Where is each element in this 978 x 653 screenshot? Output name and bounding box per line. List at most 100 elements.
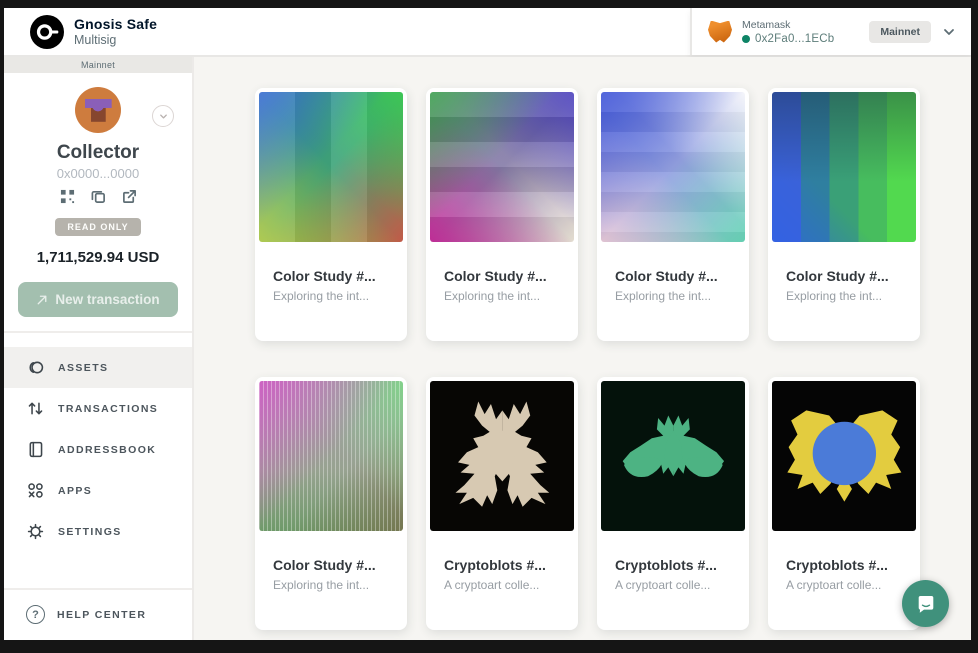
- nft-title: Cryptoblots #...: [444, 557, 560, 573]
- nft-subtitle: Exploring the int...: [273, 289, 389, 303]
- help-center-label: HELP CENTER: [57, 609, 146, 621]
- nft-artwork-gradient: [259, 92, 403, 242]
- nft-card-text: Color Study #... Exploring the int...: [430, 242, 574, 337]
- nft-title: Color Study #...: [444, 268, 560, 284]
- apps-icon: [26, 481, 45, 500]
- new-transaction-button[interactable]: New transaction: [18, 282, 178, 317]
- nft-subtitle: Exploring the int...: [786, 289, 902, 303]
- nft-title: Color Study #...: [615, 268, 731, 284]
- nft-card-text: Color Study #... Exploring the int...: [772, 242, 916, 337]
- nft-card-text: Color Study #... Exploring the int...: [259, 531, 403, 626]
- sidebar-item-label: ASSETS: [58, 362, 108, 374]
- nft-title: Cryptoblots #...: [786, 557, 902, 573]
- wallet-address-row: 0x2Fa0...1ECb: [742, 33, 834, 45]
- nft-artwork-inkblot: [772, 381, 916, 531]
- nft-subtitle: Exploring the int...: [615, 289, 731, 303]
- nft-card-text: Color Study #... Exploring the int...: [259, 242, 403, 337]
- nft-title: Color Study #...: [273, 268, 389, 284]
- sidebar-item-apps[interactable]: APPS: [4, 470, 192, 511]
- sidebar-item-label: ADDRESSBOOK: [58, 444, 156, 456]
- nft-artwork-inkblot: [601, 381, 745, 531]
- nft-card[interactable]: Cryptoblots #... A cryptoart colle...: [426, 377, 578, 630]
- brand[interactable]: Gnosis Safe Multisig: [4, 8, 157, 55]
- nft-card-text: Color Study #... Exploring the int...: [601, 242, 745, 337]
- nft-artwork-gradient: [259, 381, 403, 531]
- nft-artwork-inkblot: [430, 381, 574, 531]
- transactions-icon: [26, 399, 45, 418]
- nft-title: Cryptoblots #...: [615, 557, 731, 573]
- nft-card[interactable]: Color Study #... Exploring the int...: [255, 88, 407, 341]
- safe-balance: 1,711,529.94 USD: [4, 249, 192, 266]
- nft-artwork-gradient: [430, 92, 574, 242]
- wallet-connection[interactable]: Metamask 0x2Fa0...1ECb Mainnet: [690, 8, 971, 55]
- sidebar-nav: ASSETS TRANSACTIONS: [4, 347, 192, 552]
- brand-name: Gnosis Safe: [74, 16, 157, 32]
- qr-code-icon[interactable]: [60, 189, 75, 204]
- collectibles-grid: Color Study #... Exploring the int... Co…: [255, 88, 921, 630]
- app-header: Gnosis Safe Multisig Metamask 0x2Fa0...1…: [4, 8, 971, 57]
- wallet-provider: Metamask: [742, 19, 834, 31]
- addressbook-icon: [26, 440, 45, 459]
- nft-subtitle: A cryptoart colle...: [615, 578, 731, 592]
- chat-bubble-icon: [914, 592, 938, 616]
- sidebar-item-settings[interactable]: SETTINGS: [4, 511, 192, 552]
- wallet-address: 0x2Fa0...1ECb: [755, 33, 834, 45]
- nft-card[interactable]: Color Study #... Exploring the int...: [768, 88, 920, 341]
- safe-identicon-avatar: [75, 87, 121, 133]
- sidebar-item-transactions[interactable]: TRANSACTIONS: [4, 388, 192, 429]
- network-status-dot: [742, 35, 750, 43]
- safe-header: Collector 0x0000...0000: [4, 73, 192, 266]
- read-only-badge: READ ONLY: [55, 218, 140, 236]
- nft-subtitle: Exploring the int...: [444, 289, 560, 303]
- sidebar-item-addressbook[interactable]: ADDRESSBOOK: [4, 429, 192, 470]
- safe-name: Collector: [4, 142, 192, 164]
- assets-icon: [26, 358, 45, 377]
- nft-card[interactable]: Color Study #... Exploring the int...: [597, 88, 749, 341]
- metamask-fox-icon: [708, 21, 732, 43]
- sidebar-spacer: [4, 552, 192, 588]
- nft-card[interactable]: Color Study #... Exploring the int...: [255, 377, 407, 630]
- nft-card-text: Cryptoblots #... A cryptoart colle...: [430, 531, 574, 626]
- collectibles-panel: Color Study #... Exploring the int... Co…: [194, 57, 971, 640]
- sidebar-item-assets[interactable]: ASSETS: [4, 347, 192, 388]
- sidebar-item-label: TRANSACTIONS: [58, 403, 158, 415]
- chevron-down-icon: [158, 111, 169, 122]
- sidebar: Mainnet Collector 0x0000...0000: [4, 57, 194, 640]
- help-center-link[interactable]: ? HELP CENTER: [4, 588, 192, 640]
- brand-text: Gnosis Safe Multisig: [74, 16, 157, 47]
- nft-card-text: Cryptoblots #... A cryptoart colle...: [772, 531, 916, 626]
- sidebar-item-label: APPS: [58, 485, 92, 497]
- chevron-down-icon[interactable]: [941, 24, 957, 40]
- network-badge: Mainnet: [869, 21, 931, 43]
- nft-artwork-gradient: [772, 92, 916, 242]
- nft-card[interactable]: Color Study #... Exploring the int...: [426, 88, 578, 341]
- external-link-icon[interactable]: [122, 189, 137, 204]
- nft-card[interactable]: Cryptoblots #... A cryptoart colle...: [597, 377, 749, 630]
- nft-subtitle: A cryptoart colle...: [444, 578, 560, 592]
- inkblot-wings-figure: [781, 390, 908, 522]
- send-arrow-icon: [36, 294, 48, 306]
- nft-card-text: Cryptoblots #... A cryptoart colle...: [601, 531, 745, 626]
- new-transaction-label: New transaction: [55, 292, 159, 307]
- inkblot-antler-figure: [439, 390, 566, 522]
- nft-subtitle: A cryptoart colle...: [786, 578, 902, 592]
- inkblot-moth-figure: [610, 390, 737, 522]
- nft-title: Color Study #...: [273, 557, 389, 573]
- sidebar-network-label: Mainnet: [4, 57, 192, 73]
- brand-variant: Multisig: [74, 33, 157, 47]
- safe-action-icons: [4, 189, 192, 204]
- wallet-meta: Metamask 0x2Fa0...1ECb: [742, 19, 834, 45]
- gnosis-safe-app: Gnosis Safe Multisig Metamask 0x2Fa0...1…: [4, 8, 971, 640]
- copy-address-icon[interactable]: [91, 189, 106, 204]
- intercom-chat-button[interactable]: [902, 580, 949, 627]
- screen: Gnosis Safe Multisig Metamask 0x2Fa0...1…: [0, 0, 978, 653]
- sidebar-item-label: SETTINGS: [58, 526, 122, 538]
- sidebar-divider: [4, 331, 192, 333]
- gnosis-safe-logo-icon: [30, 15, 64, 49]
- nft-artwork-gradient: [601, 92, 745, 242]
- nft-title: Color Study #...: [786, 268, 902, 284]
- settings-icon: [26, 522, 45, 541]
- app-body: Mainnet Collector 0x0000...0000: [4, 57, 971, 640]
- nft-card[interactable]: Cryptoblots #... A cryptoart colle...: [768, 377, 920, 630]
- safe-collapse-button[interactable]: [152, 105, 174, 127]
